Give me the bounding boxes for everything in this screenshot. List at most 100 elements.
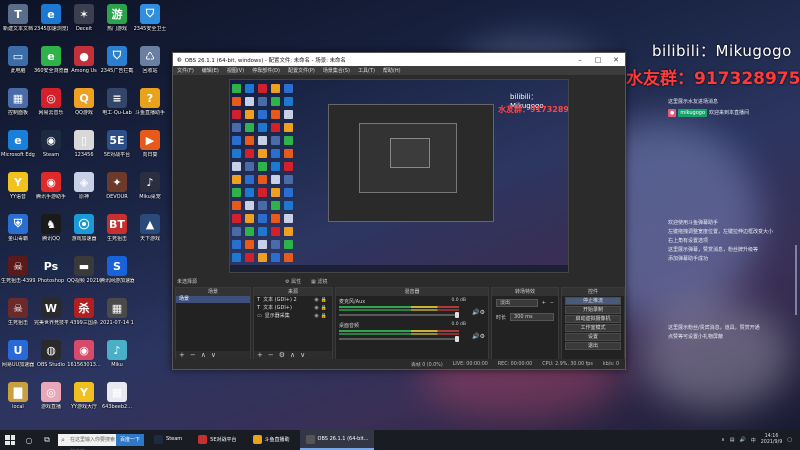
scene-item[interactable]: 场景 [176, 296, 250, 303]
desktop-icon[interactable]: ♺ 回收站 [133, 44, 167, 86]
transition-select[interactable]: 淡出 [496, 299, 538, 307]
obs-preview[interactable]: bilibili：Mikugogo 水友群：917328975 [229, 79, 569, 273]
desktop-icon[interactable]: Y YY游戏大厅 [67, 380, 101, 422]
desktop-icon[interactable]: ▭ 此电脑 [1, 44, 35, 86]
obs-menu-item[interactable]: 文件(F) [177, 67, 194, 74]
ime-indicator[interactable]: 中 [751, 437, 756, 444]
desktop-icon[interactable]: ⛉ 2345广告拦截 [100, 44, 134, 86]
obs-menu-item[interactable]: 配置文件(P) [288, 67, 315, 74]
obs-title-bar[interactable]: ◍ OBS 26.1.1 (64-bit, windows) - 配置文件: 未… [173, 53, 625, 66]
search-icon[interactable]: ○ [20, 430, 38, 450]
desktop-icon[interactable]: ☠ 生死狙击 [1, 296, 35, 338]
add-transition-icon[interactable]: + [542, 300, 546, 306]
obs-menu-item[interactable]: 停靠部件(D) [252, 67, 280, 74]
minimize-icon[interactable]: – [571, 56, 589, 64]
desktop-icon[interactable]: ▇ local [1, 380, 35, 422]
close-icon[interactable]: ✕ [607, 56, 625, 64]
volume-slider[interactable] [339, 336, 459, 342]
desktop-icon[interactable]: e 2345加速浏览器 [34, 2, 68, 44]
desktop-icon[interactable]: ◎ 游戏直播 [34, 380, 68, 422]
baidu-search-button[interactable]: 百度一下 [116, 434, 145, 446]
desktop-icon[interactable]: ▦ 控制面板 [1, 86, 35, 128]
desktop-icon[interactable]: T 新建文本文档 [1, 2, 35, 44]
volume-slider[interactable] [339, 312, 459, 318]
desktop-icon[interactable]: ⛨ 金山毒霸 [1, 212, 35, 254]
desktop-icon[interactable]: ◉ 161563013... [67, 338, 101, 380]
desktop-icon[interactable]: ◉ 腾讯手游助手 [34, 170, 68, 212]
desktop-icon[interactable]: ◎ 网易云音乐 [34, 86, 68, 128]
obs-menu-item[interactable]: 工具(T) [358, 67, 375, 74]
maximize-icon[interactable]: □ [589, 56, 607, 64]
control-button[interactable]: 启动虚拟摄像机 [565, 315, 621, 323]
obs-menu-item[interactable]: 场景集合(S) [323, 67, 350, 74]
desktop-icon[interactable]: ? 斗鱼直播助手 [133, 86, 167, 128]
desktop-icon[interactable]: ♪ Miku桌宠 [133, 170, 167, 212]
source-item[interactable]: T 文本 (GDI+) 2 ◉🔒 [254, 296, 332, 304]
desktop-icon[interactable]: ◉ Steam [34, 128, 68, 170]
desktop-icon[interactable]: ▦ 643beeb2... [100, 380, 134, 422]
desktop-icon[interactable]: ▬ QQ视频 20210118 [67, 254, 101, 296]
duration-field[interactable]: 300 ms [510, 313, 554, 321]
desktop-icon[interactable]: ◈ 原神 [67, 170, 101, 212]
control-button[interactable]: 设置 [565, 333, 621, 341]
desktop-icon[interactable]: ● Among Us [67, 44, 101, 86]
desktop-icon[interactable]: ▯ 123456 [67, 128, 101, 170]
visibility-lock-icons[interactable]: ◉🔒 [314, 296, 329, 304]
desktop-icon[interactable]: 5E 5E对战平台 [100, 128, 134, 170]
source-item[interactable]: T 文本 (GDI+) ◉🔒 [254, 304, 332, 312]
desktop-icon[interactable]: ◍ OBS Studio [34, 338, 68, 380]
taskbar-app[interactable]: 斗鱼直播助 [247, 430, 296, 450]
tray-chevron-icon[interactable]: ∧ [721, 437, 725, 443]
obs-menu-item[interactable]: 帮助(H) [383, 67, 401, 74]
chat-scrollbar[interactable] [795, 245, 797, 315]
speaker-icon[interactable]: 🔊⚙ [472, 333, 485, 340]
control-button[interactable]: 工作室模式 [565, 324, 621, 332]
tab-properties[interactable]: ⚙ 属性 [285, 278, 301, 285]
danmaku-assistant-pane[interactable]: 这里展示水友进场消息 ● mikugogo 欢迎来到本直播间 欢迎使用斗鱼弹幕助手 … [664, 95, 800, 345]
desktop-icon[interactable]: W 完美世界竞技平台 [34, 296, 68, 338]
taskbar-app[interactable]: Steam [148, 430, 188, 450]
network-icon[interactable]: ▤ [730, 437, 735, 443]
taskbar-app[interactable]: OBS 26.1.1 (64-bit... [299, 430, 375, 450]
obs-menu-item[interactable]: 视图(V) [227, 67, 244, 74]
desktop-icon[interactable]: e Microsoft Edge [1, 128, 35, 170]
obs-window[interactable]: ◍ OBS 26.1.1 (64-bit, windows) - 配置文件: 未… [172, 52, 626, 370]
taskbar-search-input[interactable]: 在这里输入你要搜索的内容 [58, 434, 116, 450]
source-item[interactable]: ▭ 显示器采集 ◉🔒 [254, 312, 332, 320]
tab-filters[interactable]: ▦ 滤镜 [311, 278, 327, 285]
desktop-icon[interactable]: ✦ DEVOUR [100, 170, 134, 212]
clock[interactable]: 14:16 2021/9/9 [761, 434, 783, 446]
taskbar-app[interactable]: 5E对战平台 [192, 430, 242, 450]
desktop-icon[interactable]: ≡ 电工·Qu-Lab [100, 86, 134, 128]
remove-transition-icon[interactable]: − [550, 300, 554, 306]
desktop-icon[interactable]: ☠ 生死狙击-4399 [1, 254, 35, 296]
control-button[interactable]: 停止推流 [565, 297, 621, 305]
control-button[interactable]: 退出 [565, 342, 621, 350]
desktop-icon[interactable]: Q QQ游戏 [67, 86, 101, 128]
desktop-icon[interactable]: BT 生死狙击 [100, 212, 134, 254]
notification-icon[interactable]: ▢ [787, 437, 792, 443]
desktop-icon[interactable]: e 360安全浏览器 [34, 44, 68, 86]
desktop-icon[interactable]: ⦿ 游戏加速器 [67, 212, 101, 254]
visibility-lock-icons[interactable]: ◉🔒 [314, 304, 329, 312]
visibility-lock-icons[interactable]: ◉🔒 [314, 312, 329, 320]
desktop-icon[interactable]: ✶ Deceit [67, 2, 101, 44]
desktop-icon[interactable]: ♪ Miku [100, 338, 134, 380]
desktop-icon[interactable]: ▶ 向日葵 [133, 128, 167, 170]
obs-menu-item[interactable]: 编辑(E) [202, 67, 219, 74]
task-view-icon[interactable]: ⧉ [38, 430, 56, 450]
desktop-icon[interactable]: U 网易UU加速器 [1, 338, 35, 380]
desktop-icon[interactable]: Ps Photoshop [34, 254, 68, 296]
desktop-icon[interactable]: 游热门游戏 [100, 2, 134, 44]
desktop-icon[interactable]: ▲ 天下游戏 [133, 212, 167, 254]
desktop-icon[interactable]: 杀 4399三国杀 [67, 296, 101, 338]
volume-icon[interactable]: 🔊 [739, 437, 745, 443]
desktop-icon[interactable]: Y YY语音 [1, 170, 35, 212]
desktop-icon[interactable]: ♞ 腾讯QQ [34, 212, 68, 254]
start-button[interactable] [0, 430, 20, 450]
control-button[interactable]: 开始录制 [565, 306, 621, 314]
desktop-icon[interactable]: ⛉ 2345安全卫士 [133, 2, 167, 44]
desktop-icon[interactable]: S 腾讯网游加速器 [100, 254, 134, 296]
speaker-icon[interactable]: 🔊⚙ [472, 309, 485, 316]
desktop-icon[interactable]: ▦ 2021-07-14 19-32-02 [100, 296, 134, 338]
